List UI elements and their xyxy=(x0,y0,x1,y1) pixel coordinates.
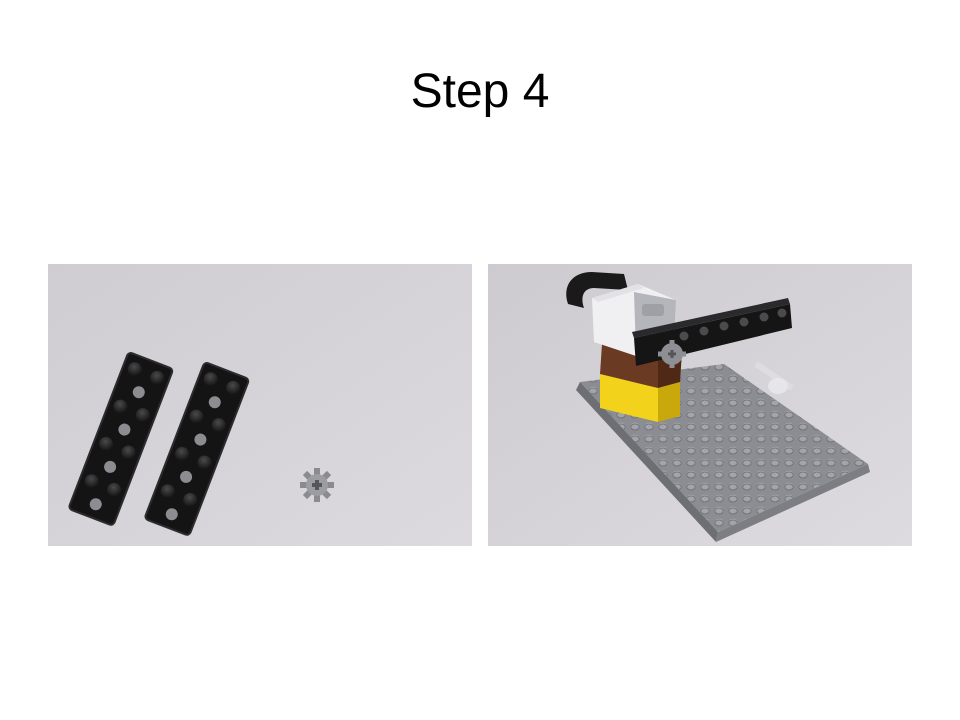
parts-photo xyxy=(48,264,472,546)
slide-title: Step 4 xyxy=(410,65,550,118)
gray-gear xyxy=(300,468,334,502)
assembly-photo xyxy=(488,264,912,546)
